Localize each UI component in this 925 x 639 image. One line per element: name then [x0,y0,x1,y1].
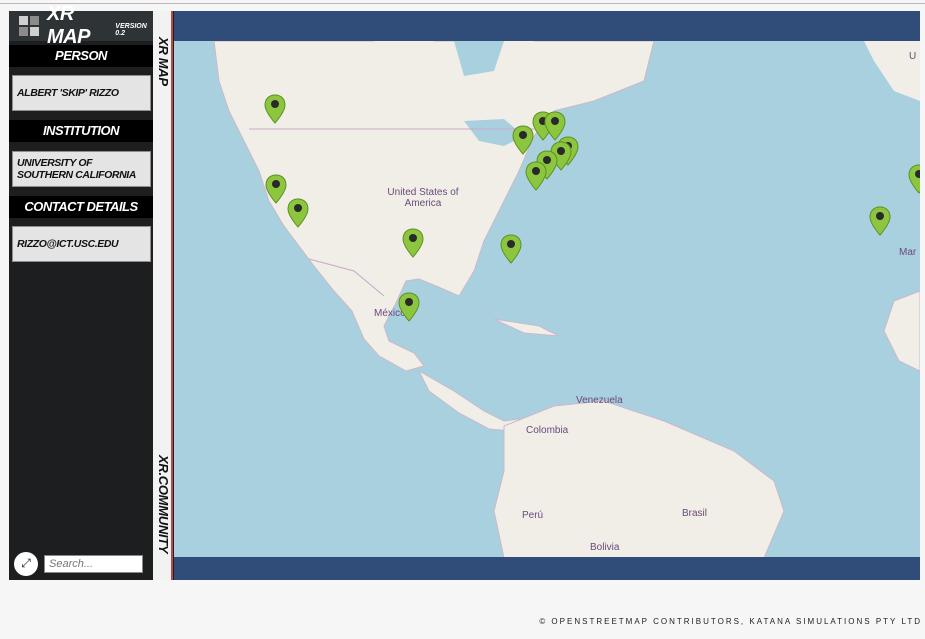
person-heading: PERSON [9,45,153,67]
vertical-title: XR MAP [156,37,171,86]
expand-icon[interactable]: ⤢ [14,551,38,576]
app-window: XR MAP VERSION 0.2 PERSON ALBERT 'SKIP' … [9,3,920,580]
label-colombia: Colombia [526,425,569,436]
map-bottom-bar [174,557,920,580]
map-pin-icon[interactable] [265,174,287,204]
top-divider [0,3,925,4]
label-mar: Mar [899,247,917,258]
app-title: XR MAP [47,3,90,48]
label-peru: Perú [522,510,544,521]
sidebar: XR MAP VERSION 0.2 PERSON ALBERT 'SKIP' … [9,3,153,580]
attribution-footer: © OPENSTREETMAP CONTRIBUTORS, KATANA SIM… [539,617,922,626]
map-pin-icon[interactable] [402,228,424,258]
map-pin-icon[interactable] [264,94,286,124]
bottom-controls: ⤢ [9,547,153,580]
label-bolivia: Bolivia [590,542,620,553]
label-usa: United States of America [387,187,459,209]
app-version: VERSION 0.2 [115,23,147,37]
map-pin-icon[interactable] [869,206,891,236]
map-pin-icon[interactable] [398,292,420,322]
map-pin-icon[interactable] [287,198,309,228]
map-pin-icon[interactable] [512,125,534,155]
contact-heading: CONTACT DETAILS [9,196,153,218]
contact-field[interactable]: RIZZO@ICT.USC.EDU [12,226,151,262]
map-top-bar [174,11,920,41]
vertical-banner: XR MAP XR.COMMUNITY [153,11,173,580]
map-pin-icon[interactable] [500,234,522,264]
label-u: U [909,51,917,62]
institution-heading: INSTITUTION [9,120,153,142]
map-view[interactable]: United States of America México Venezuel… [174,11,920,580]
vertical-community: XR.COMMUNITY [156,455,171,554]
map-pin-icon[interactable] [525,161,547,191]
search-input[interactable] [44,554,143,573]
label-brasil: Brasil [682,508,708,519]
person-field[interactable]: ALBERT 'SKIP' RIZZO [12,75,151,111]
institution-field[interactable]: UNIVERSITY OF SOUTHERN CALIFORNIA [12,151,151,187]
logo-header: XR MAP VERSION 0.2 [9,3,153,48]
map-pin-icon[interactable] [908,164,920,194]
label-venezuela: Venezuela [576,395,623,406]
logo-grid-icon [19,16,39,36]
